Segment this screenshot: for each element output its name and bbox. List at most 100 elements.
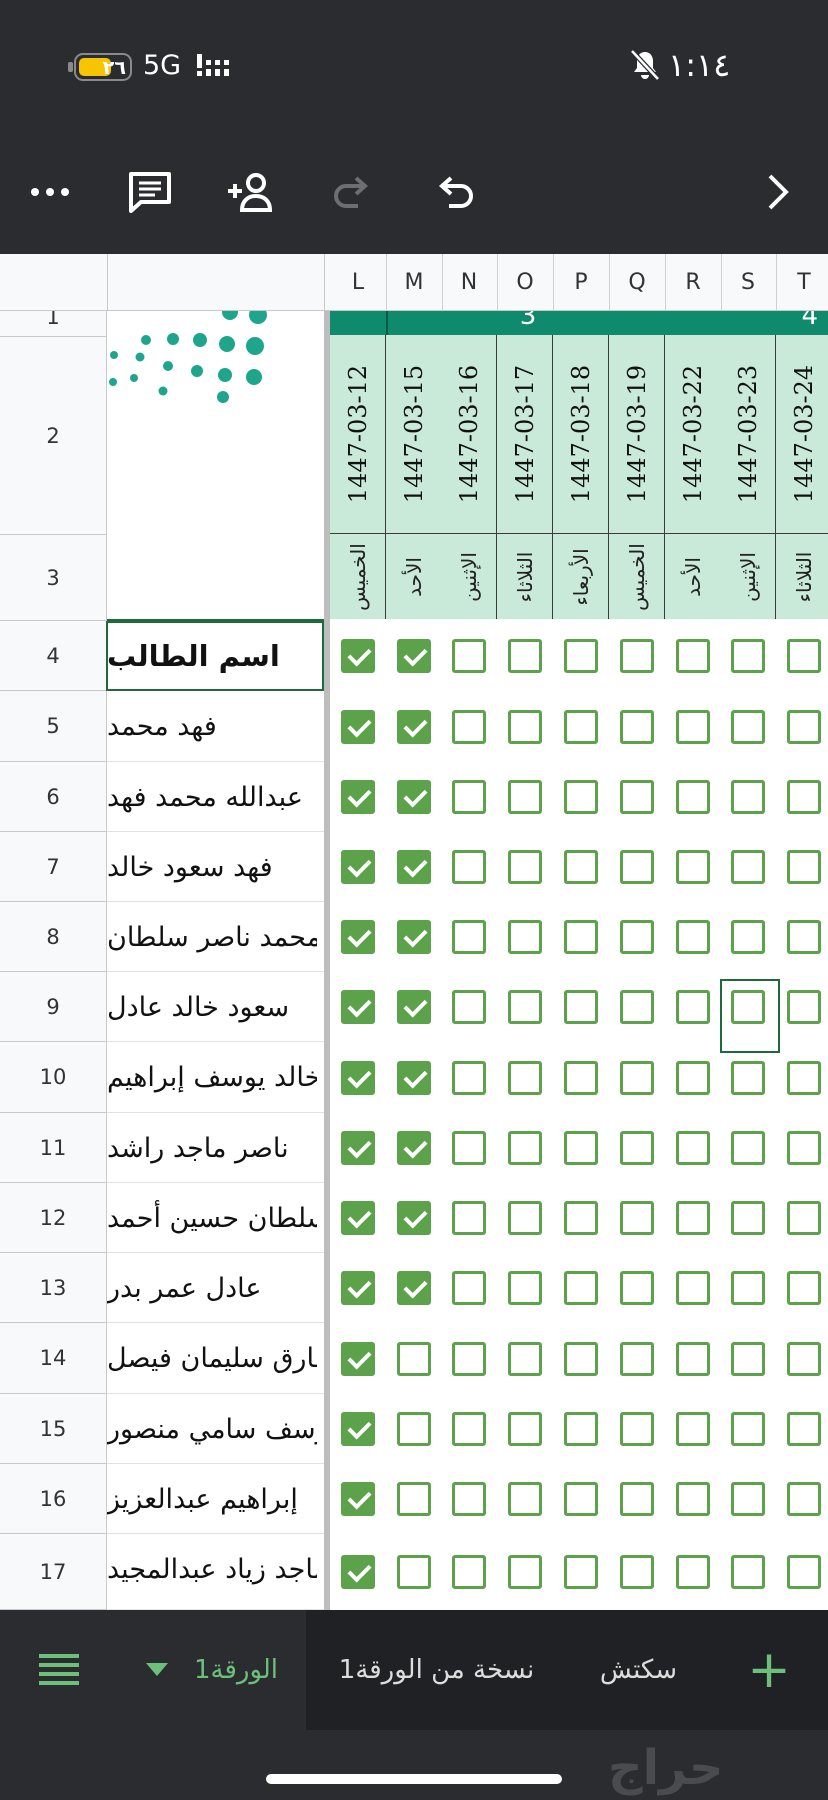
attendance-checkbox-q[interactable] bbox=[620, 780, 654, 814]
attendance-checkbox-l[interactable] bbox=[341, 1555, 375, 1589]
attendance-checkbox-r[interactable] bbox=[676, 1131, 710, 1165]
attendance-checkbox-t[interactable] bbox=[787, 710, 821, 744]
attendance-checkbox-p[interactable] bbox=[564, 850, 598, 884]
attendance-checkbox-q[interactable] bbox=[620, 850, 654, 884]
attendance-checkbox-s[interactable] bbox=[731, 1342, 765, 1376]
attendance-checkbox-l[interactable] bbox=[341, 1342, 375, 1376]
attendance-checkbox-q[interactable] bbox=[620, 1061, 654, 1095]
attendance-checkbox-r[interactable] bbox=[676, 1271, 710, 1305]
attendance-checkbox-o[interactable] bbox=[508, 1342, 542, 1376]
attendance-checkbox-m[interactable] bbox=[397, 1061, 431, 1095]
attendance-checkbox-n[interactable] bbox=[452, 1482, 486, 1516]
day-cell[interactable]: الإثنين bbox=[720, 533, 776, 619]
row-header-10[interactable]: 10 bbox=[0, 1042, 107, 1113]
attendance-checkbox-o[interactable] bbox=[508, 1201, 542, 1235]
student-name-cell[interactable]: سلطان حسين أحمد bbox=[107, 1183, 317, 1253]
attendance-checkbox-s[interactable] bbox=[731, 1061, 765, 1095]
header-row-checkbox-n[interactable] bbox=[452, 639, 486, 673]
date-cell[interactable]: 1447-03-16 bbox=[441, 335, 497, 533]
attendance-checkbox-q[interactable] bbox=[620, 1201, 654, 1235]
attendance-checkbox-r[interactable] bbox=[676, 1555, 710, 1589]
row-header-6[interactable]: 6 bbox=[0, 762, 107, 832]
add-sheet-button[interactable]: + bbox=[710, 1610, 828, 1730]
row-header-3[interactable]: 3 bbox=[0, 535, 107, 621]
attendance-checkbox-o[interactable] bbox=[508, 1271, 542, 1305]
attendance-checkbox-r[interactable] bbox=[676, 1342, 710, 1376]
attendance-checkbox-t[interactable] bbox=[787, 1201, 821, 1235]
attendance-checkbox-p[interactable] bbox=[564, 1555, 598, 1589]
attendance-checkbox-n[interactable] bbox=[452, 1412, 486, 1446]
attendance-checkbox-s[interactable] bbox=[731, 1412, 765, 1446]
attendance-checkbox-q[interactable] bbox=[620, 1342, 654, 1376]
attendance-checkbox-q[interactable] bbox=[620, 1412, 654, 1446]
attendance-checkbox-s[interactable] bbox=[731, 780, 765, 814]
header-row-checkbox-q[interactable] bbox=[620, 639, 654, 673]
column-header-p[interactable]: P bbox=[553, 254, 610, 310]
attendance-checkbox-p[interactable] bbox=[564, 1482, 598, 1516]
selected-cell[interactable] bbox=[720, 979, 780, 1053]
attendance-checkbox-p[interactable] bbox=[564, 1131, 598, 1165]
attendance-checkbox-n[interactable] bbox=[452, 1555, 486, 1589]
attendance-checkbox-p[interactable] bbox=[564, 1342, 598, 1376]
day-cell[interactable]: الثلاثاء bbox=[776, 533, 828, 619]
attendance-checkbox-o[interactable] bbox=[508, 990, 542, 1024]
student-name-cell[interactable]: فهد سعود خالد bbox=[107, 832, 317, 902]
attendance-checkbox-l[interactable] bbox=[341, 1131, 375, 1165]
day-cell[interactable]: الثلاثاء bbox=[497, 533, 553, 619]
row-header-2[interactable]: 2 bbox=[0, 337, 107, 535]
header-row-checkbox-o[interactable] bbox=[508, 639, 542, 673]
attendance-checkbox-t[interactable] bbox=[787, 1061, 821, 1095]
date-cell[interactable]: 1447-03-22 bbox=[665, 335, 721, 533]
row-header-5[interactable]: 5 bbox=[0, 691, 107, 762]
attendance-checkbox-o[interactable] bbox=[508, 780, 542, 814]
attendance-checkbox-n[interactable] bbox=[452, 1061, 486, 1095]
attendance-checkbox-p[interactable] bbox=[564, 1412, 598, 1446]
header-row-checkbox-p[interactable] bbox=[564, 639, 598, 673]
attendance-checkbox-m[interactable] bbox=[397, 920, 431, 954]
header-row-checkbox-s[interactable] bbox=[731, 639, 765, 673]
attendance-checkbox-p[interactable] bbox=[564, 990, 598, 1024]
date-cell[interactable]: 1447-03-17 bbox=[497, 335, 553, 533]
add-person-icon[interactable] bbox=[222, 162, 282, 222]
header-row-checkbox-l[interactable] bbox=[341, 639, 375, 673]
date-cell[interactable]: 1447-03-15 bbox=[386, 335, 442, 533]
attendance-checkbox-r[interactable] bbox=[676, 1061, 710, 1095]
attendance-checkbox-t[interactable] bbox=[787, 1271, 821, 1305]
attendance-checkbox-m[interactable] bbox=[397, 710, 431, 744]
attendance-checkbox-t[interactable] bbox=[787, 780, 821, 814]
student-name-cell[interactable]: محمد ناصر سلطان bbox=[107, 902, 317, 972]
more-icon[interactable] bbox=[20, 162, 80, 222]
attendance-checkbox-l[interactable] bbox=[341, 1201, 375, 1235]
attendance-checkbox-m[interactable] bbox=[397, 780, 431, 814]
attendance-checkbox-r[interactable] bbox=[676, 1482, 710, 1516]
attendance-checkbox-q[interactable] bbox=[620, 1482, 654, 1516]
attendance-checkbox-s[interactable] bbox=[731, 710, 765, 744]
attendance-checkbox-n[interactable] bbox=[452, 850, 486, 884]
attendance-checkbox-m[interactable] bbox=[397, 1412, 431, 1446]
attendance-checkbox-o[interactable] bbox=[508, 1482, 542, 1516]
column-header-s[interactable]: S bbox=[720, 254, 777, 310]
attendance-checkbox-p[interactable] bbox=[564, 1201, 598, 1235]
attendance-checkbox-r[interactable] bbox=[676, 1412, 710, 1446]
column-header-q[interactable]: Q bbox=[609, 254, 666, 310]
day-cell[interactable]: الإثنين bbox=[441, 533, 497, 619]
attendance-checkbox-m[interactable] bbox=[397, 850, 431, 884]
attendance-checkbox-l[interactable] bbox=[341, 850, 375, 884]
row-header-8[interactable]: 8 bbox=[0, 902, 107, 972]
attendance-checkbox-t[interactable] bbox=[787, 1555, 821, 1589]
menu-icon[interactable] bbox=[0, 1610, 119, 1730]
attendance-checkbox-t[interactable] bbox=[787, 1412, 821, 1446]
day-cell[interactable]: الأربعاء bbox=[553, 533, 609, 619]
student-name-cell[interactable]: سعود خالد عادل bbox=[107, 972, 317, 1042]
row-header-7[interactable]: 7 bbox=[0, 832, 107, 902]
date-cell[interactable]: 1447-03-12 bbox=[330, 335, 386, 533]
attendance-checkbox-p[interactable] bbox=[564, 920, 598, 954]
attendance-checkbox-r[interactable] bbox=[676, 920, 710, 954]
row-header-17[interactable]: 17 bbox=[0, 1534, 107, 1610]
undo-icon[interactable] bbox=[425, 162, 485, 222]
attendance-checkbox-o[interactable] bbox=[508, 920, 542, 954]
attendance-checkbox-n[interactable] bbox=[452, 990, 486, 1024]
attendance-checkbox-s[interactable] bbox=[731, 1482, 765, 1516]
date-cell[interactable]: 1447-03-23 bbox=[720, 335, 776, 533]
attendance-checkbox-m[interactable] bbox=[397, 1271, 431, 1305]
